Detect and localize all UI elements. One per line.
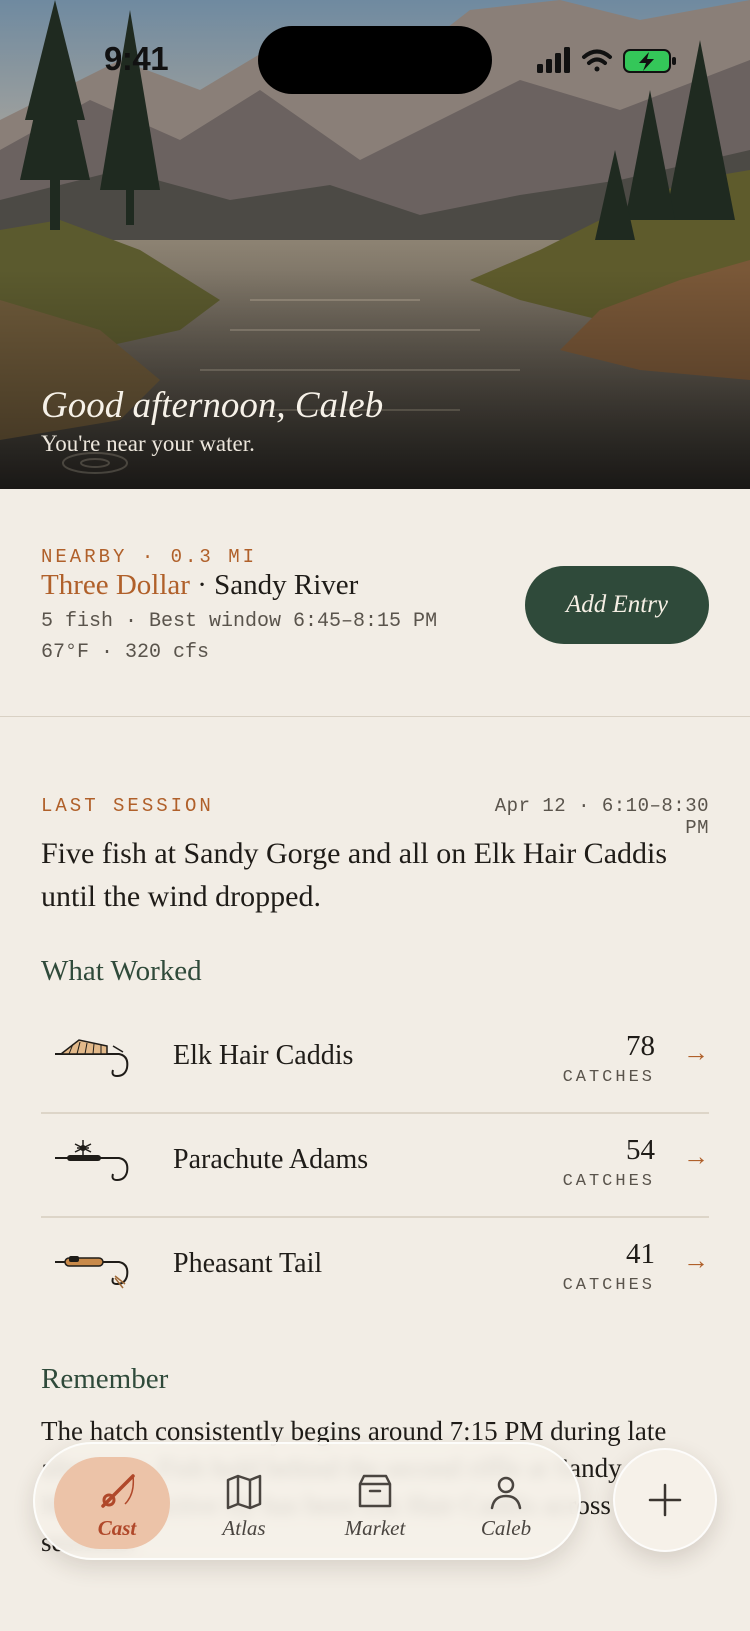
add-entry-button[interactable]: Add Entry [525,566,709,644]
tab-label: Cast [97,1516,137,1540]
fly-catch-count: 41 [626,1238,655,1270]
spot-name: Three Dollar [41,569,190,601]
map-icon [226,1474,262,1510]
fly-list: Elk Hair Caddis 78 CATCHES → Parachute A… [41,1010,709,1322]
nearby-conditions: 67°F · 320 cfs [41,641,210,664]
nearby-eyebrow: NEARBY · 0.3 MI [41,546,258,568]
fishing-rod-icon [101,1474,135,1508]
arrow-right-icon[interactable]: → [683,1142,709,1172]
list-item[interactable]: Pheasant Tail 41 CATCHES → [41,1218,709,1322]
fly-name: Elk Hair Caddis [173,1040,354,1071]
fly-catch-count: 78 [626,1030,655,1062]
section-divider [0,716,750,717]
greeting-subtitle: You're near your water. [41,431,255,456]
system-status-icons [537,47,676,73]
tab-market[interactable]: Market [320,1444,430,1562]
person-icon [490,1476,522,1510]
hero-banner: 9:41 Good afternoon, Caleb You're near y… [0,0,750,489]
bottom-tab-bar: Cast Atlas Market Caleb [33,1442,581,1560]
river-name: Sandy River [214,569,359,601]
list-item[interactable]: Parachute Adams 54 CATCHES → [41,1114,709,1218]
elk-hair-caddis-fly-icon [55,1039,129,1078]
arrow-right-icon[interactable]: → [683,1246,709,1276]
status-time: 9:41 [104,40,169,77]
tab-cast[interactable]: Cast [54,1444,172,1562]
nearby-section: NEARBY · 0.3 MI Three Dollar · Sandy Riv… [0,489,750,717]
tab-label: Caleb [480,1516,532,1540]
last-session-label: LAST SESSION [41,795,214,817]
fly-catch-unit: CATCHES [562,1276,655,1295]
shop-box-icon [358,1474,392,1508]
tab-label: Atlas [222,1516,266,1540]
battery-charging-icon [623,49,676,73]
greeting-title: Good afternoon, Caleb [41,385,384,426]
what-worked-title: What Worked [41,955,202,987]
fly-name: Pheasant Tail [173,1248,323,1279]
fly-catch-count: 54 [626,1134,655,1166]
spot-separator: · [189,569,215,601]
tab-label: Market [344,1516,406,1540]
nearby-fish-window: 5 fish · Best window 6:45–8:15 PM [41,610,438,633]
tab-profile[interactable]: Caleb [451,1444,561,1562]
nearby-spot-title[interactable]: Three Dollar · Sandy River [41,569,358,602]
new-entry-button[interactable] [613,1448,717,1552]
fly-catch-unit: CATCHES [562,1172,655,1191]
dynamic-island [258,26,492,94]
tab-atlas[interactable]: Atlas [189,1444,299,1562]
list-item[interactable]: Elk Hair Caddis 78 CATCHES → [41,1010,709,1114]
pheasant-tail-fly-icon [55,1256,129,1289]
plus-icon [648,1483,682,1517]
cellular-signal-icon [537,47,570,73]
fly-name: Parachute Adams [173,1144,369,1175]
parachute-adams-fly-icon [55,1140,129,1182]
wifi-icon [582,49,612,72]
remember-title: Remember [41,1363,169,1395]
status-bar: 9:41 [0,0,750,110]
arrow-right-icon[interactable]: → [683,1038,709,1068]
fly-catch-unit: CATCHES [562,1068,655,1087]
last-session-summary: Five fish at Sandy Gorge and all on Elk … [41,837,668,913]
